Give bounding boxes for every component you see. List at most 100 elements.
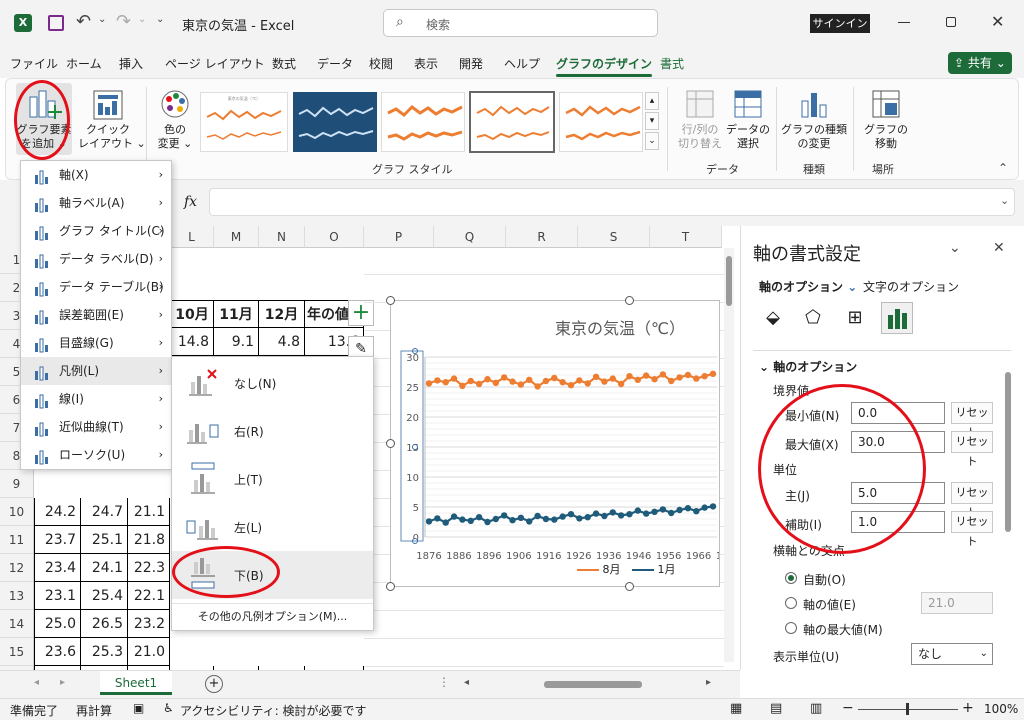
- tab-data[interactable]: データ: [317, 55, 353, 72]
- cross-axis-value-radio[interactable]: [785, 597, 797, 609]
- tab-insert[interactable]: 挿入: [119, 55, 143, 72]
- menu-item[interactable]: 近似曲線(T) ›: [21, 413, 171, 441]
- chart-area[interactable]: 東京の気温（℃） 0510152025301876188618961906191…: [386, 296, 720, 591]
- chart-style-2[interactable]: [293, 92, 377, 152]
- column-header-T[interactable]: T: [650, 226, 722, 248]
- table-cell[interactable]: 24.7: [81, 498, 128, 526]
- minimize-icon[interactable]: [898, 22, 910, 23]
- zoom-out-icon[interactable]: −: [842, 700, 854, 716]
- chart-style-3[interactable]: [381, 92, 465, 152]
- min-reset-button[interactable]: リセット: [951, 402, 993, 439]
- table-cell[interactable]: 22.1: [128, 582, 170, 610]
- table-cell[interactable]: 21.0: [128, 638, 170, 666]
- search-box[interactable]: ⌕ 検索: [383, 9, 658, 37]
- customize-qat-icon[interactable]: ⌄: [156, 14, 164, 25]
- tab-chart-design[interactable]: グラフのデザイン: [556, 55, 653, 77]
- column-header-R[interactable]: R: [506, 226, 578, 248]
- axis-options-section[interactable]: ⌄ 軸のオプション: [759, 358, 857, 375]
- sheet-options-icon[interactable]: ⋮: [438, 675, 450, 689]
- tab-page-layout[interactable]: ページ レイアウト: [165, 55, 265, 72]
- undo-icon[interactable]: ↶: [76, 11, 91, 32]
- table-cell[interactable]: 24.1: [81, 554, 128, 582]
- page-layout-view-icon[interactable]: ▤: [770, 701, 782, 716]
- restore-icon[interactable]: [946, 17, 956, 27]
- table-cell[interactable]: 21.8: [128, 526, 170, 554]
- chart-resize-handle[interactable]: [386, 439, 395, 448]
- minor-unit-input[interactable]: 1.0: [851, 511, 945, 533]
- table-cell[interactable]: 24.2: [34, 498, 81, 526]
- scrollbar-thumb[interactable]: [726, 256, 732, 306]
- display-unit-select[interactable]: なし ⌄: [911, 643, 993, 665]
- pane-scrollbar[interactable]: [1003, 366, 1013, 666]
- menu-item[interactable]: グラフ タイトル(C) ›: [21, 217, 171, 245]
- hscroll-thumb[interactable]: [544, 681, 642, 688]
- tab-formulas[interactable]: 数式: [272, 55, 296, 72]
- chart-elements-plus-button[interactable]: +: [348, 300, 374, 326]
- menu-item[interactable]: 線(I) ›: [21, 385, 171, 413]
- table-cell[interactable]: 25.1: [81, 526, 128, 554]
- tab-view[interactable]: 表示: [414, 55, 438, 72]
- sheet-tab-sheet1[interactable]: Sheet1: [100, 671, 172, 695]
- table-cell[interactable]: 21.1: [128, 498, 170, 526]
- style-scroll-up-icon[interactable]: ▴: [645, 92, 659, 110]
- macro-record-icon[interactable]: ▣: [133, 701, 144, 715]
- menu-item[interactable]: データ テーブル(B) ›: [21, 273, 171, 301]
- cross-axis-value-input[interactable]: 21.0: [921, 592, 993, 614]
- column-header-P[interactable]: P: [364, 226, 434, 248]
- change-chart-type-button[interactable]: グラフの種類 の変更: [781, 83, 847, 155]
- column-header-M[interactable]: M: [214, 226, 259, 248]
- legend-right-item[interactable]: 右(R): [172, 407, 373, 455]
- redo-dropdown-icon[interactable]: ⌄: [138, 14, 146, 25]
- table-cell[interactable]: 25.4: [81, 582, 128, 610]
- cell-header-oct[interactable]: 10月: [170, 300, 214, 328]
- add-chart-element-button[interactable]: グラフ要素 を追加 ⌄: [16, 83, 72, 155]
- effects-icon[interactable]: ⬠: [799, 304, 827, 332]
- share-button[interactable]: ⇪ 共有 ⌄: [948, 52, 1012, 74]
- major-reset-button[interactable]: リセット: [951, 482, 993, 519]
- sheet-next-icon[interactable]: ▸: [60, 677, 65, 688]
- save-icon[interactable]: [48, 15, 64, 31]
- redo-icon[interactable]: ↷: [116, 11, 131, 32]
- chart-style-5[interactable]: [559, 92, 643, 152]
- tab-file[interactable]: ファイル: [10, 55, 58, 72]
- table-cell[interactable]: 22.3: [128, 554, 170, 582]
- column-header-L[interactable]: L: [170, 226, 214, 248]
- row-header[interactable]: 14: [0, 610, 34, 638]
- table-cell[interactable]: 25.3: [81, 638, 128, 666]
- hscroll-right-icon[interactable]: ▸: [706, 677, 711, 688]
- menu-item[interactable]: 軸ラベル(A) ›: [21, 189, 171, 217]
- close-window-icon[interactable]: ✕: [991, 12, 1004, 31]
- row-header[interactable]: 15: [0, 638, 34, 666]
- table-cell[interactable]: 25.0: [34, 610, 81, 638]
- column-header-S[interactable]: S: [578, 226, 650, 248]
- collapse-ribbon-icon[interactable]: ⌃: [998, 161, 1008, 175]
- tab-format[interactable]: 書式: [660, 55, 684, 72]
- column-header-O[interactable]: O: [305, 226, 364, 248]
- hscroll-left-icon[interactable]: ◂: [464, 677, 469, 688]
- cell-header-nov[interactable]: 11月: [214, 300, 259, 328]
- page-break-view-icon[interactable]: ▥: [810, 701, 822, 716]
- chart-style-4[interactable]: [469, 91, 555, 153]
- chart-resize-handle[interactable]: [386, 582, 395, 591]
- pane-close-icon[interactable]: ✕: [993, 240, 1005, 256]
- chart-resize-handle[interactable]: [625, 582, 634, 591]
- max-reset-button[interactable]: リセット: [951, 431, 993, 468]
- status-accessibility[interactable]: アクセシビリティ: 検討が必要です: [180, 702, 367, 719]
- switch-row-column-button[interactable]: 行/列の 切り替え: [674, 83, 726, 155]
- vertical-scrollbar[interactable]: [724, 248, 734, 662]
- row-header[interactable]: 9: [0, 470, 34, 498]
- cell-N4[interactable]: 4.8: [259, 328, 305, 356]
- row-header[interactable]: 12: [0, 554, 34, 582]
- formula-fx-icon[interactable]: fx: [184, 194, 197, 210]
- fill-line-icon[interactable]: ⬙: [759, 304, 787, 332]
- plot-area[interactable]: 0510152025301876188618961906191619261936…: [391, 301, 719, 586]
- cell-header-dec[interactable]: 12月: [259, 300, 305, 328]
- size-properties-icon[interactable]: ⊞: [841, 304, 869, 332]
- row-header[interactable]: 11: [0, 526, 34, 554]
- legend-top-item[interactable]: 上(T): [172, 455, 373, 503]
- text-options-tab[interactable]: 文字のオプション: [863, 278, 959, 295]
- zoom-slider-thumb[interactable]: [906, 703, 909, 715]
- legend[interactable]: 8月 1月: [577, 561, 676, 577]
- cross-axis-max-radio[interactable]: [785, 622, 797, 634]
- max-value-input[interactable]: 30.0: [851, 431, 945, 453]
